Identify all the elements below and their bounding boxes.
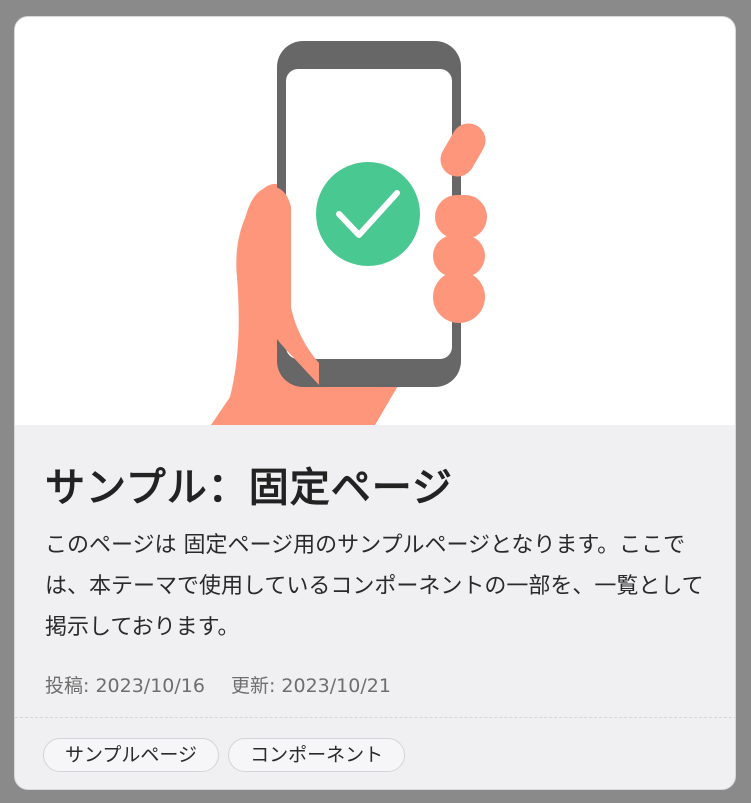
post-meta: 投稿: 2023/10/16 更新: 2023/10/21	[45, 671, 391, 698]
tag-sample-page[interactable]: サンプルページ	[43, 738, 220, 772]
divider	[15, 717, 735, 718]
updated-date: 2023/10/21	[281, 675, 391, 697]
page-title[interactable]: サンプル：固定ページ	[45, 455, 453, 513]
posted-label: 投稿:	[45, 675, 90, 697]
page-description: このページは 固定ページ用のサンプルページとなります。ここでは、本テーマで使用し…	[45, 533, 704, 640]
hand-finger-2	[435, 195, 487, 239]
posted-date: 2023/10/16	[95, 675, 205, 697]
check-circle	[316, 162, 420, 266]
hand-finger-3	[433, 235, 485, 277]
phone-illustration	[211, 41, 487, 425]
tag-component[interactable]: コンポーネント	[228, 738, 406, 772]
page-card[interactable]: サンプル：固定ページ このページは 固定ページ用のサンプルページとなります。ここ…	[14, 16, 736, 790]
tag-list: サンプルページ コンポーネント	[43, 738, 406, 772]
updated-label: 更新:	[230, 675, 276, 697]
hand-finger-4	[433, 271, 485, 323]
hero-illustration	[15, 17, 735, 425]
